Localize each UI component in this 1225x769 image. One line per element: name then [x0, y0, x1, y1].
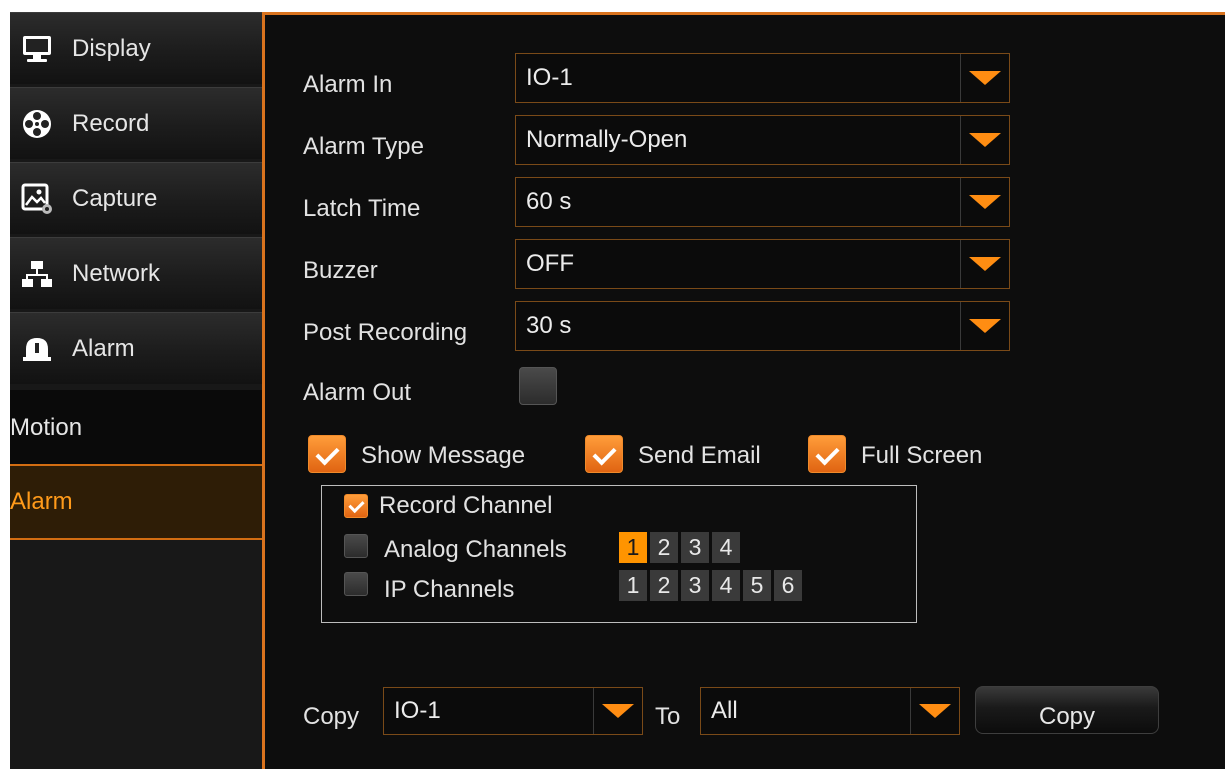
alarm-settings-panel: Alarm In IO-1 Alarm Type Normally-Open L…	[262, 12, 1225, 769]
alarm-in-label: Alarm In	[303, 71, 393, 98]
alarm-out-label: Alarm Out	[303, 379, 412, 406]
ip-channel-1[interactable]: 1	[619, 570, 647, 601]
copy-to-dropdown[interactable]: All	[700, 687, 960, 735]
chevron-down-icon[interactable]	[960, 302, 1009, 350]
ip-channel-selector: 123456	[619, 570, 802, 601]
copy-from-value: IO-1	[394, 697, 441, 724]
post-recording-dropdown[interactable]: 30 s	[515, 301, 1010, 351]
copy-label: Copy	[303, 703, 360, 730]
record-channel-label: Record Channel	[379, 492, 553, 519]
chevron-down-icon[interactable]	[960, 178, 1009, 226]
analog-channels-checkbox[interactable]	[344, 534, 368, 558]
buzzer-label: Buzzer	[303, 257, 378, 284]
monitor-icon	[20, 32, 54, 66]
image-capture-icon	[20, 182, 54, 216]
sidebar-subitem-label: Motion	[10, 414, 83, 441]
full-screen-checkbox[interactable]	[808, 435, 846, 473]
ip-channel-3[interactable]: 3	[681, 570, 709, 601]
latch-time-dropdown[interactable]: 60 s	[515, 177, 1010, 227]
sidebar-item-network[interactable]: Network	[10, 237, 262, 309]
show-message-label: Show Message	[361, 442, 526, 469]
film-reel-icon	[20, 107, 54, 141]
analog-channel-2[interactable]: 2	[650, 532, 678, 563]
analog-channel-3[interactable]: 3	[681, 532, 709, 563]
copy-to-label: To	[655, 703, 681, 730]
alarm-out-checkbox[interactable]	[519, 367, 557, 405]
sidebar-subitem-label: Alarm	[10, 488, 73, 515]
copy-to-value: All	[711, 697, 738, 724]
analog-channels-label: Analog Channels	[384, 536, 567, 563]
analog-channel-1[interactable]: 1	[619, 532, 647, 563]
alarm-type-label: Alarm Type	[303, 133, 424, 160]
sidebar-item-label: Network	[72, 259, 161, 287]
alarm-type-dropdown[interactable]: Normally-Open	[515, 115, 1010, 165]
send-email-checkbox[interactable]	[585, 435, 623, 473]
post-recording-label: Post Recording	[303, 319, 468, 346]
ip-channels-label: IP Channels	[384, 576, 515, 603]
buzzer-value: OFF	[526, 250, 574, 277]
record-channel-checkbox[interactable]	[344, 494, 368, 518]
latch-time-value: 60 s	[526, 188, 572, 215]
chevron-down-icon[interactable]	[593, 688, 642, 734]
alarm-bell-icon	[20, 332, 54, 366]
record-channel-group: Record Channel Analog Channels 1234 IP C…	[321, 485, 917, 623]
post-recording-value: 30 s	[526, 312, 572, 339]
alarm-in-value: IO-1	[526, 64, 573, 91]
analog-channel-selector: 1234	[619, 532, 740, 563]
chevron-down-icon[interactable]	[960, 116, 1009, 164]
ip-channels-checkbox[interactable]	[344, 572, 368, 596]
ip-channel-6[interactable]: 6	[774, 570, 802, 601]
sidebar-item-label: Record	[72, 109, 150, 137]
buzzer-dropdown[interactable]: OFF	[515, 239, 1010, 289]
chevron-down-icon[interactable]	[960, 240, 1009, 288]
copy-button[interactable]: Copy	[975, 686, 1159, 734]
send-email-label: Send Email	[638, 442, 761, 469]
sidebar-item-label: Display	[72, 34, 151, 62]
full-screen-label: Full Screen	[861, 442, 983, 469]
sidebar-item-record[interactable]: Record	[10, 87, 262, 159]
sidebar: Display Record Capture Network Alarm Mot…	[10, 12, 262, 769]
latch-time-label: Latch Time	[303, 195, 421, 222]
sidebar-item-alarm[interactable]: Alarm	[10, 312, 262, 384]
network-icon	[20, 257, 54, 291]
show-message-checkbox[interactable]	[308, 435, 346, 473]
sidebar-subitem-alarm[interactable]: Alarm	[10, 464, 262, 540]
ip-channel-5[interactable]: 5	[743, 570, 771, 601]
sidebar-item-capture[interactable]: Capture	[10, 162, 262, 234]
sidebar-item-label: Capture	[72, 184, 158, 212]
copy-from-dropdown[interactable]: IO-1	[383, 687, 643, 735]
alarm-in-dropdown[interactable]: IO-1	[515, 53, 1010, 103]
alarm-type-value: Normally-Open	[526, 126, 688, 153]
ip-channel-2[interactable]: 2	[650, 570, 678, 601]
sidebar-item-display[interactable]: Display	[10, 12, 262, 84]
analog-channel-4[interactable]: 4	[712, 532, 740, 563]
ip-channel-4[interactable]: 4	[712, 570, 740, 601]
chevron-down-icon[interactable]	[910, 688, 959, 734]
sidebar-subitem-motion[interactable]: Motion	[10, 390, 262, 466]
chevron-down-icon[interactable]	[960, 54, 1009, 102]
sidebar-item-label: Alarm	[72, 334, 135, 362]
